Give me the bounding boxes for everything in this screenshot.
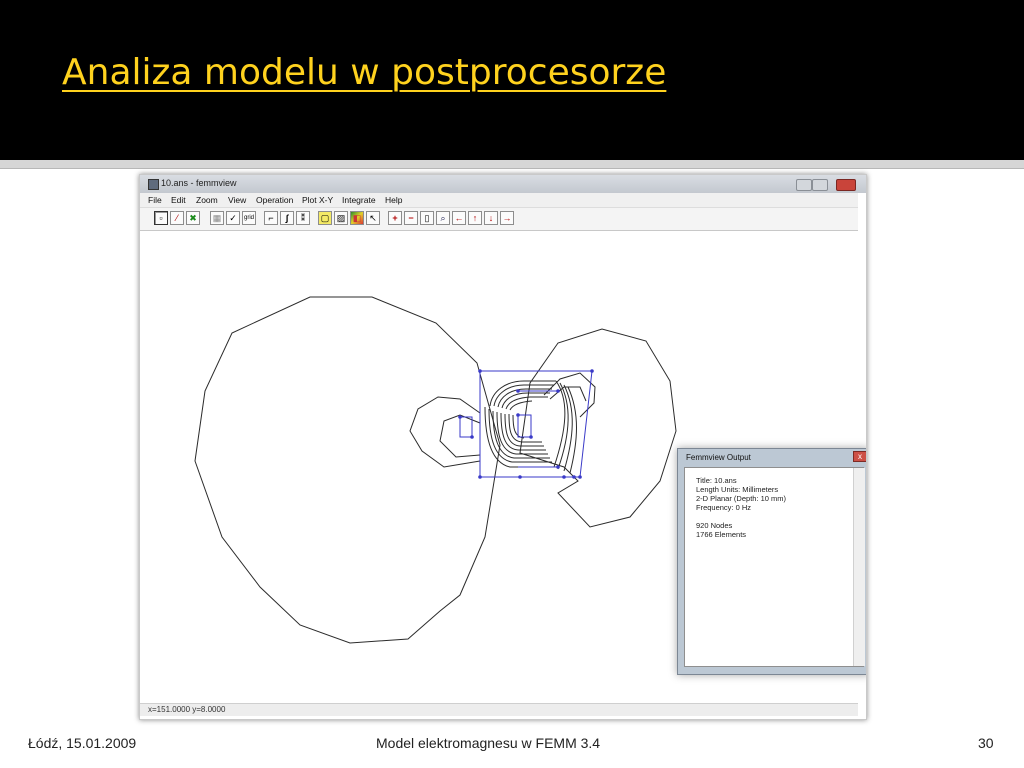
- close-button[interactable]: [836, 179, 856, 191]
- maximize-button[interactable]: [812, 179, 828, 191]
- output-line-planar: 2-D Planar (Depth: 10 mm): [696, 494, 787, 503]
- zoom-window-button[interactable]: ⌕: [436, 211, 450, 225]
- area-mode-button[interactable]: ✖: [186, 211, 200, 225]
- femmview-output-window[interactable]: Femmview Output x Title: 10.ans Length U…: [677, 448, 866, 675]
- menu-edit[interactable]: Edit: [171, 195, 186, 205]
- pan-up-button[interactable]: ↑: [468, 211, 482, 225]
- contour-left-lobe: [409, 396, 481, 468]
- header-divider: [0, 160, 1024, 169]
- minimize-button[interactable]: [796, 179, 812, 191]
- output-line-elements: 1766 Elements: [696, 530, 747, 539]
- menubar: File Edit Zoom View Operation Plot X-Y I…: [140, 193, 866, 208]
- output-close-button[interactable]: x: [853, 451, 866, 462]
- slide-header: Analiza modelu w postprocesorze: [0, 0, 1024, 160]
- point-props-button[interactable]: ⁑: [296, 211, 310, 225]
- vector-plot-button[interactable]: ↖: [366, 211, 380, 225]
- femmview-window: 10.ans - femmview File Edit Zoom View Op…: [139, 174, 867, 720]
- window-titlebar[interactable]: 10.ans - femmview: [140, 175, 866, 193]
- slide-number: 30: [978, 735, 994, 751]
- contour-mode-button[interactable]: ⁄: [170, 211, 184, 225]
- toolbar: ▫ ⁄ ✖ ▦ ✓ grid ⌐ ∫ ⁑ ▢ ▨ ◧ ↖ + − ▯ ⌕ ← ↑…: [140, 208, 866, 231]
- show-mesh-button[interactable]: ▢: [318, 211, 332, 225]
- zoom-natural-button[interactable]: ▯: [420, 211, 434, 225]
- grid-toggle-button[interactable]: ▦: [210, 211, 224, 225]
- grid-size-button[interactable]: grid: [242, 211, 256, 225]
- snap-grid-button[interactable]: ✓: [226, 211, 240, 225]
- output-line-nodes: 920 Nodes: [696, 521, 733, 530]
- menu-view[interactable]: View: [228, 195, 246, 205]
- density-plot-button[interactable]: ◧: [350, 211, 364, 225]
- coil-left: [459, 416, 473, 438]
- menu-plot-xy[interactable]: Plot X-Y: [302, 195, 333, 205]
- output-line-title: Title: 10.ans: [696, 476, 737, 485]
- pan-down-button[interactable]: ↓: [484, 211, 498, 225]
- pan-right-button[interactable]: →: [500, 211, 514, 225]
- footer-title: Model elektromagnesu w FEMM 3.4: [376, 735, 601, 751]
- menu-integrate[interactable]: Integrate: [342, 195, 376, 205]
- slide-title: Analiza modelu w postprocesorze: [62, 52, 667, 93]
- coordinate-readout: x=151.0000 y=8.0000: [148, 705, 226, 714]
- app-icon: [148, 179, 159, 190]
- point-mode-button[interactable]: ▫: [154, 211, 168, 225]
- window-title: 10.ans - femmview: [161, 178, 237, 188]
- output-scrollbar[interactable]: [853, 468, 865, 666]
- outer-contour-large: [194, 296, 501, 644]
- output-text-area[interactable]: Title: 10.ans Length Units: Millimeters …: [684, 467, 865, 667]
- menu-help[interactable]: Help: [385, 195, 402, 205]
- pan-left-button[interactable]: ←: [452, 211, 466, 225]
- statusbar: x=151.0000 y=8.0000: [140, 703, 858, 716]
- zoom-out-button[interactable]: −: [404, 211, 418, 225]
- menu-zoom[interactable]: Zoom: [196, 195, 218, 205]
- contour-lines: [194, 296, 677, 644]
- menu-file[interactable]: File: [148, 195, 162, 205]
- output-line-frequency: Frequency: 0 Hz: [696, 503, 752, 512]
- integrate-button[interactable]: ∫: [280, 211, 294, 225]
- hide-mesh-button[interactable]: ▨: [334, 211, 348, 225]
- output-window-title: Femmview Output: [686, 453, 751, 462]
- footer-date: Łódź, 15.01.2009: [28, 735, 137, 751]
- menu-operation[interactable]: Operation: [256, 195, 293, 205]
- zoom-in-button[interactable]: +: [388, 211, 402, 225]
- outer-contour-right: [519, 328, 677, 528]
- plot-xy-button[interactable]: ⌐: [264, 211, 278, 225]
- output-line-units: Length Units: Millimeters: [696, 485, 779, 494]
